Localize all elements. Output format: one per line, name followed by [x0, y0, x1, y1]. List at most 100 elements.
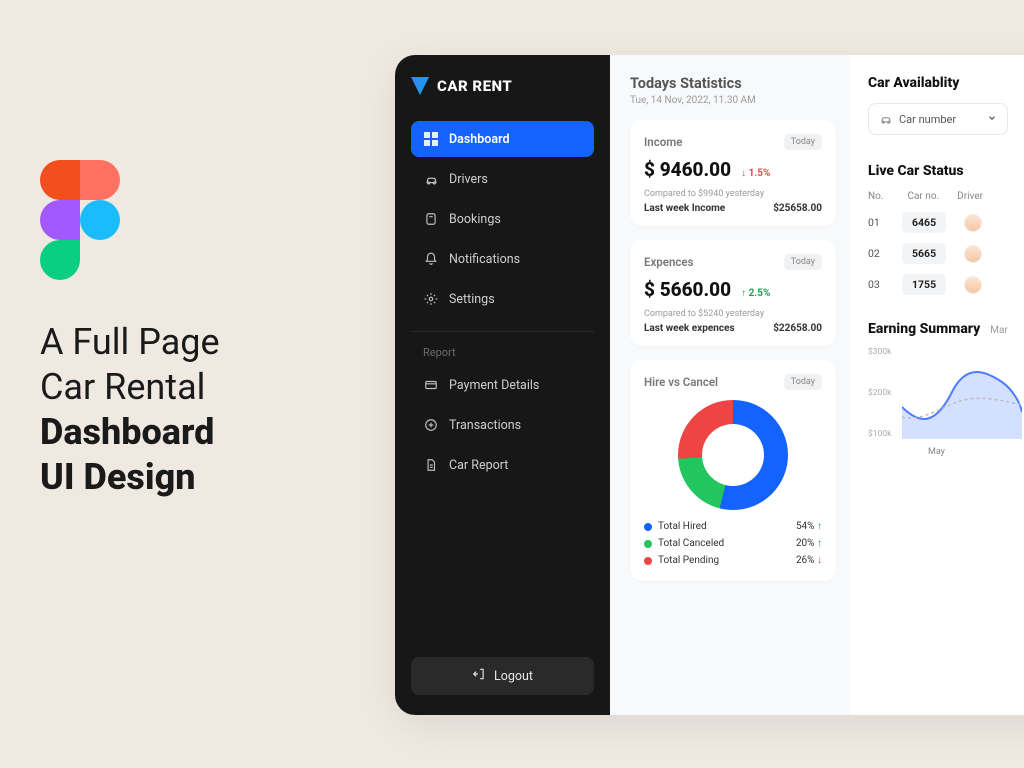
legend-dot-icon [644, 523, 652, 531]
hire-cancel-card: Hire vs Cancel Today Total Hired 54% ↑ T… [630, 360, 836, 581]
row-carno: 1755 [902, 274, 946, 295]
earning-chart: $300k $200k $100k May [868, 347, 1018, 457]
sidebar-item-label: Settings [449, 292, 495, 307]
hire-title: Hire vs Cancel [644, 375, 718, 389]
expenses-compare: Compared to $5240 yesterday [644, 309, 822, 319]
page-title: Todays Statistics [630, 75, 836, 92]
sidebar-item-notifications[interactable]: Notifications [411, 241, 594, 277]
legend-value: 26% [796, 555, 815, 566]
earning-period: Mar [990, 325, 1008, 336]
legend-row: Total Canceled 20% ↑ [644, 535, 822, 552]
sidebar-item-bookings[interactable]: Bookings [411, 201, 594, 237]
sidebar-item-payment-details[interactable]: Payment Details [411, 367, 594, 403]
gear-icon [423, 291, 439, 307]
arrow-up-icon: ↑ [817, 538, 822, 549]
col-no: No. [868, 191, 883, 202]
right-column: Car Availablity Car number Live Car Stat… [850, 55, 1024, 715]
card-icon [423, 377, 439, 393]
bookmark-icon [423, 211, 439, 227]
income-value: $ 9460.00 [644, 158, 731, 181]
arrow-up-icon: ↑ [817, 521, 822, 532]
earning-summary: Earning Summary Mar $300k $200k $100k Ma… [868, 321, 1024, 457]
sidebar-item-label: Notifications [449, 252, 520, 267]
brand: CAR RENT [411, 77, 594, 95]
income-lastweek-value: $25658.00 [773, 203, 822, 214]
sidebar: CAR RENT Dashboard Drivers Bookings Noti… [395, 55, 610, 715]
chevron-down-icon [987, 113, 997, 126]
figma-logo-icon [40, 160, 120, 280]
income-period-pill[interactable]: Today [784, 134, 822, 150]
car-icon [423, 171, 439, 187]
expenses-period-pill[interactable]: Today [784, 254, 822, 270]
sidebar-item-car-report[interactable]: Car Report [411, 447, 594, 483]
legend-label: Total Canceled [658, 538, 724, 549]
brand-text: CAR RENT [437, 77, 512, 95]
legend-dot-icon [644, 540, 652, 548]
earning-title: Earning Summary [868, 321, 980, 337]
legend-row: Total Hired 54% ↑ [644, 518, 822, 535]
col-carno: Car no. [907, 191, 939, 202]
availability-title: Car Availablity [868, 75, 1024, 91]
promo-bold2: UI Design [40, 455, 360, 500]
sidebar-item-dashboard[interactable]: Dashboard [411, 121, 594, 157]
row-carno: 6465 [902, 212, 946, 233]
live-title: Live Car Status [868, 163, 1024, 179]
legend-label: Total Pending [658, 555, 719, 566]
grid-icon [423, 131, 439, 147]
sidebar-item-label: Payment Details [449, 378, 539, 393]
ylabel: $100k [868, 429, 891, 439]
bell-icon [423, 251, 439, 267]
transactions-icon [423, 417, 439, 433]
live-car-status: Live Car Status No. Car no. Driver 01 64… [868, 163, 1024, 295]
legend-value: 20% [796, 538, 815, 549]
expenses-lastweek-label: Last week expences [644, 323, 735, 334]
sidebar-section-head: Report [411, 342, 594, 367]
logout-label: Logout [494, 669, 533, 684]
income-lastweek-label: Last week Income [644, 203, 725, 214]
sidebar-separator [411, 331, 594, 332]
car-icon [879, 112, 893, 126]
logout-button[interactable]: Logout [411, 657, 594, 695]
legend-value: 54% [796, 521, 815, 532]
avatar [964, 214, 982, 232]
sidebar-item-drivers[interactable]: Drivers [411, 161, 594, 197]
expenses-delta: ↑ 2.5% [741, 288, 770, 299]
promo-panel: A Full Page Car Rental Dashboard UI Desi… [40, 160, 360, 500]
stats-column: Todays Statistics Tue, 14 Nov, 2022, 11.… [610, 55, 850, 715]
income-card: Income Today $ 9460.00 ↓ 1.5% Compared t… [630, 120, 836, 226]
legend-dot-icon [644, 557, 652, 565]
table-row: 02 5665 [868, 243, 1024, 264]
car-number-dropdown[interactable]: Car number [868, 103, 1008, 135]
row-no: 01 [868, 216, 884, 229]
arrow-down-icon: ↓ [817, 555, 822, 566]
sidebar-item-transactions[interactable]: Transactions [411, 407, 594, 443]
logout-icon [472, 667, 486, 685]
page-subtitle: Tue, 14 Nov, 2022, 11.30 AM [630, 95, 836, 106]
promo-heading: A Full Page Car Rental Dashboard UI Desi… [40, 320, 360, 500]
row-no: 02 [868, 247, 884, 260]
row-no: 03 [868, 278, 884, 291]
ylabel: $300k [868, 347, 891, 357]
sidebar-item-settings[interactable]: Settings [411, 281, 594, 317]
legend-label: Total Hired [658, 521, 707, 532]
promo-bold1: Dashboard [40, 410, 360, 455]
dropdown-label: Car number [899, 113, 956, 126]
sidebar-item-label: Transactions [449, 418, 521, 433]
table-row: 03 1755 [868, 274, 1024, 295]
legend-row: Total Pending 26% ↓ [644, 552, 822, 569]
avatar [964, 276, 982, 294]
expenses-card: Expences Today $ 5660.00 ↑ 2.5% Compared… [630, 240, 836, 346]
xlabel: May [928, 447, 945, 457]
donut-chart [678, 400, 788, 510]
sidebar-item-label: Car Report [449, 458, 508, 473]
table-row: 01 6465 [868, 212, 1024, 233]
hire-period-pill[interactable]: Today [784, 374, 822, 390]
income-compare: Compared to $9940 yesterday [644, 189, 822, 199]
expenses-title: Expences [644, 255, 693, 269]
sidebar-item-label: Dashboard [449, 132, 510, 147]
expenses-lastweek-value: $22658.00 [773, 323, 822, 334]
income-title: Income [644, 135, 682, 149]
dashboard-preview: CAR RENT Dashboard Drivers Bookings Noti… [395, 55, 1024, 715]
brand-logo-icon [411, 77, 429, 95]
ylabel: $200k [868, 388, 891, 398]
